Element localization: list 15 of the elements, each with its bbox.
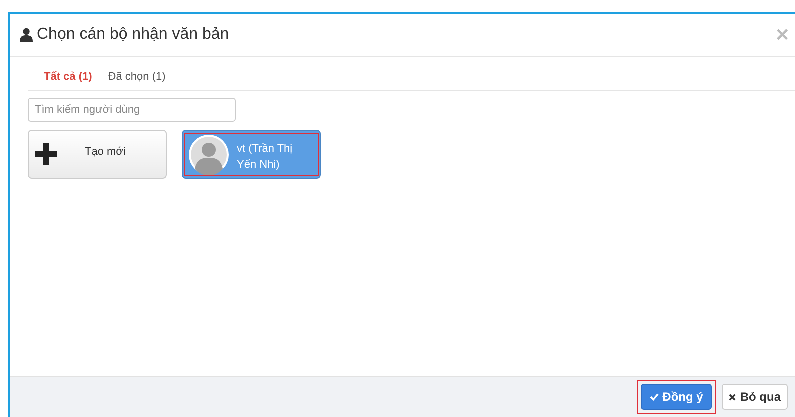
user-card[interactable]: vt (Trần Thị Yến Nhi) bbox=[182, 130, 321, 179]
cancel-button[interactable]: Bỏ qua bbox=[722, 384, 788, 410]
tab[interactable]: Tất cả (1) bbox=[38, 67, 98, 90]
confirm-button[interactable]: Đồng ý bbox=[640, 384, 712, 410]
card-label: Tạo mới bbox=[84, 145, 126, 160]
dialog-title: Chọn cán bộ nhận văn bản bbox=[37, 26, 230, 44]
user-icon bbox=[20, 28, 33, 42]
tab[interactable]: Đã chọn (1) bbox=[102, 67, 172, 90]
close-icon bbox=[729, 394, 736, 400]
plus-icon bbox=[35, 143, 57, 165]
avatar-icon bbox=[189, 135, 229, 175]
check-icon bbox=[650, 393, 659, 401]
user-card[interactable]: Tạo mới bbox=[28, 130, 167, 179]
card-label: vt (Trần Thị Yến Nhi) bbox=[237, 142, 294, 173]
search-field[interactable]: Tìm kiếm người dùng bbox=[28, 98, 236, 122]
